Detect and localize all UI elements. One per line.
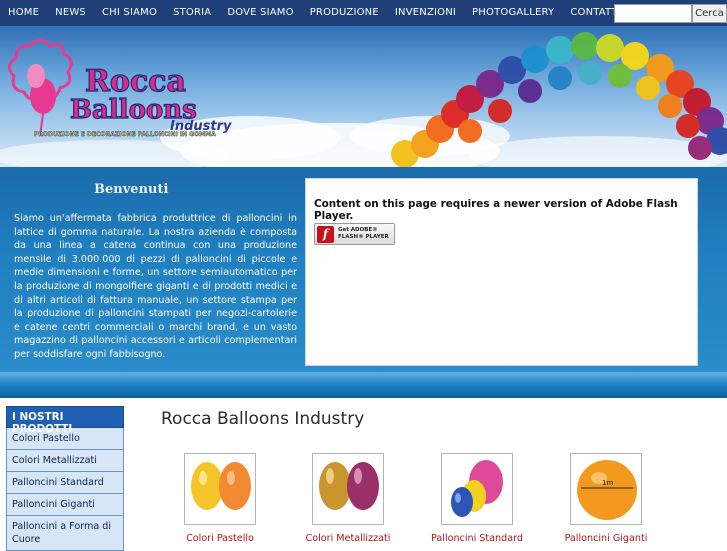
product-caption[interactable]: Colori Metallizzati: [283, 533, 413, 544]
sidebar-header: I NOSTRI PRODOTTI: [6, 406, 124, 435]
nav-news[interactable]: NEWS: [47, 0, 94, 26]
nav-photogallery[interactable]: PHOTOGALLERY: [464, 0, 562, 26]
product-thumbnail[interactable]: [184, 453, 256, 525]
banner-artwork: Rocca Balloons Industry PRODUZIONE E DEC…: [0, 32, 727, 167]
product-card[interactable]: Colori Metallizzati: [283, 453, 413, 544]
sidebar-item-palloncini-giganti[interactable]: Palloncini Giganti: [6, 494, 124, 516]
nav-invenzioni[interactable]: INVENZIONI: [387, 0, 464, 26]
sidebar-item-palloncini-cuore[interactable]: Palloncini a Forma di Cuore: [6, 516, 124, 551]
giant-size-label: 1m: [602, 479, 613, 487]
sidebar-item-palloncini-standard[interactable]: Palloncini Standard: [6, 472, 124, 494]
product-card[interactable]: Palloncini Standard: [412, 453, 542, 544]
page-title: Rocca Balloons Industry: [161, 409, 365, 429]
sidebar-item-colori-pastello[interactable]: Colori Pastello: [6, 428, 124, 450]
search-button[interactable]: Cerca: [692, 4, 727, 23]
product-thumbnail[interactable]: 1m: [570, 453, 642, 525]
product-caption[interactable]: Palloncini Giganti: [541, 533, 671, 544]
nav-dove-siamo[interactable]: DOVE SIAMO: [219, 0, 301, 26]
products-sidebar: I NOSTRI PRODOTTI Colori Pastello Colori…: [6, 406, 124, 551]
flash-logo-icon: f: [317, 225, 334, 243]
nav-chi-siamo[interactable]: CHI SIAMO: [94, 0, 165, 26]
product-caption[interactable]: Colori Pastello: [155, 533, 285, 544]
product-thumbnail[interactable]: [441, 453, 513, 525]
product-thumbnail[interactable]: [312, 453, 384, 525]
logo-line1: Rocca: [85, 64, 186, 99]
welcome-text: Siamo un'affermata fabbrica produttrice …: [14, 213, 297, 360]
flash-button-label: Get ADOBE® FLASH® PLAYER: [338, 227, 389, 241]
flash-button-line1: Get ADOBE®: [338, 227, 378, 233]
logo-tagline: PRODUZIONE E DECORAZIONE PALLONCINI IN G…: [34, 131, 216, 138]
flash-message: Content on this page requires a newer ve…: [314, 198, 678, 222]
search-input[interactable]: [614, 4, 692, 23]
header-banner: Rocca Balloons Industry PRODUZIONE E DEC…: [0, 26, 727, 167]
divider-band: [0, 372, 727, 398]
flash-button-line2: FLASH® PLAYER: [338, 234, 389, 240]
nav-home[interactable]: HOME: [0, 0, 47, 26]
product-card[interactable]: 1m Palloncini Giganti: [541, 453, 671, 544]
flash-panel: Content on this page requires a newer ve…: [305, 178, 698, 366]
product-caption[interactable]: Palloncini Standard: [412, 533, 542, 544]
nav-storia[interactable]: STORIA: [165, 0, 219, 26]
nav-produzione[interactable]: PRODUZIONE: [302, 0, 387, 26]
product-card[interactable]: Colori Pastello: [155, 453, 285, 544]
welcome-title: Benvenuti: [94, 182, 169, 197]
get-flash-player-button[interactable]: f Get ADOBE® FLASH® PLAYER: [314, 223, 395, 245]
sidebar-item-colori-metallizzati[interactable]: Colori Metallizzati: [6, 450, 124, 472]
